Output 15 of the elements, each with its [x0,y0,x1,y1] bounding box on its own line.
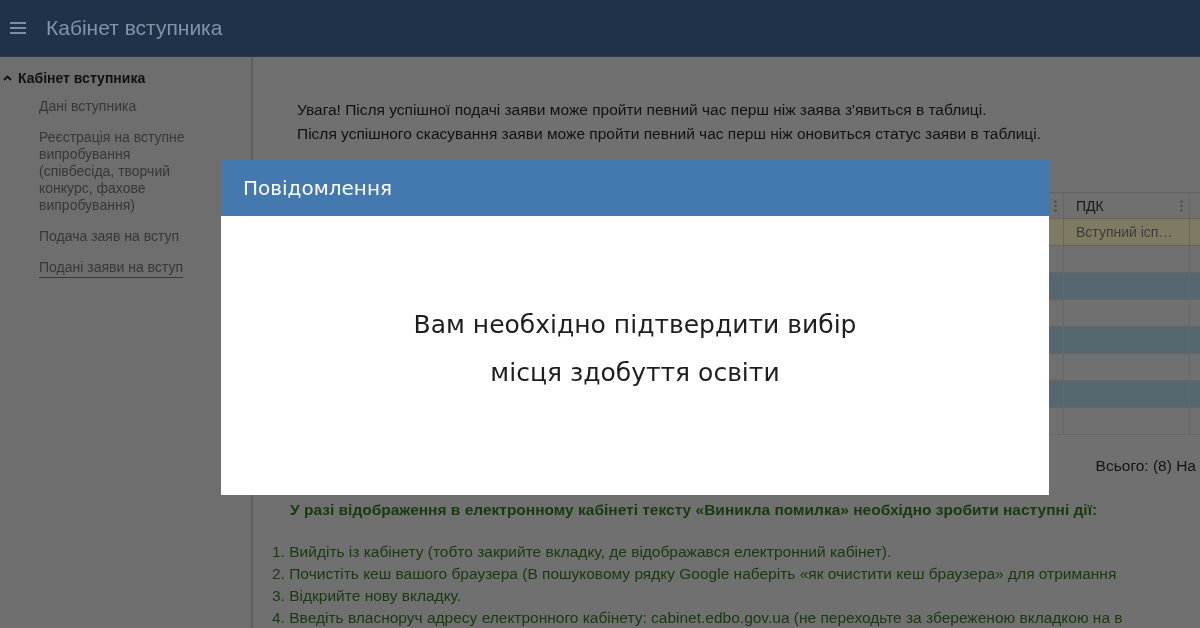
help-step: 1. Вийдіть із кабінету (тобто закрийте вкладку, де відображався електронний кабінет). [272,541,1200,563]
help-step: 3. Відкрийте нову вкладку. [272,585,1200,607]
sidebar-section-title[interactable]: Кабінет вступника [18,70,146,86]
total-count: Всього: (8) На [1095,456,1196,476]
help-step: 4. Введіть власноруч адресу електронного кабінету: cabinet.edbo.gov.ua (не переходьте за збереженою вкладкою на в [272,607,1200,628]
dialog-title: Повідомлення [243,176,393,200]
app-title: Кабінет вступника [46,16,223,40]
help-step: 2. Почистіть кеш вашого браузера (В пошуковому рядку Google наберіть «як очистити кеш браузера» для отримання [272,563,1200,585]
notice-text: Увага! Після успішної подачі заяви може пройти певний час перш ніж заява з'явиться в таблиці. Після успішного скасування заяви може пройти певний час перш ніж оновиться статус заяви в таблиці. [297,100,1042,144]
caret-icon[interactable] [3,75,12,81]
menu-icon[interactable] [10,22,26,34]
column-header[interactable]: ПДК [1076,197,1104,214]
table-cell: Вступний ісп… [1076,224,1173,240]
dialog-message: Вам необхідно підтвердити вибір місця здобуття освіти [413,308,857,389]
help-heading: У разі відображення в електронному кабінеті тексту «Виникла помилка» необхідно зробити наступні дії: [290,501,1099,519]
